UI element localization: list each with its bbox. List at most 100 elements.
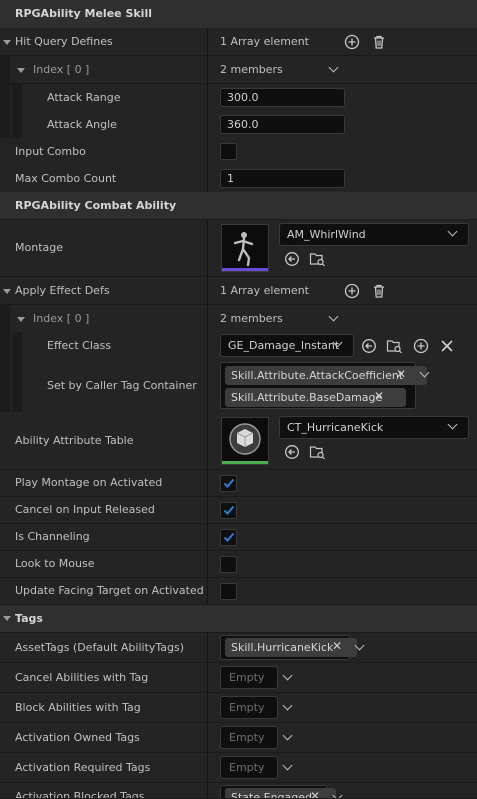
attack-range-input[interactable]: 300.0 <box>220 88 345 107</box>
hit-query-defines-row: Hit Query Defines 1 Array element <box>0 28 477 56</box>
chevron-down-icon[interactable] <box>328 62 339 73</box>
section-header-melee-skill[interactable]: RPGAbility Melee Skill <box>0 0 477 29</box>
trash-icon[interactable] <box>371 283 387 299</box>
chevron-down-icon[interactable] <box>282 670 293 681</box>
use-selected-asset-icon[interactable] <box>284 251 300 267</box>
add-new-icon[interactable] <box>413 338 429 354</box>
chevron-down-icon[interactable] <box>282 760 293 771</box>
attribute-table-value: CT_HurricaneKick <box>287 421 384 434</box>
collapse-arrow-icon <box>3 616 11 621</box>
section-title: Tags <box>15 612 43 625</box>
index-label: Index [ 0 ] <box>33 63 90 76</box>
cancel-abilities-row: Cancel Abilities with Tag Empty <box>0 663 477 693</box>
expand-arrow-icon[interactable] <box>17 317 25 322</box>
section-title: RPGAbility Combat Ability <box>15 199 177 212</box>
montage-asset-value: AM_WhirlWind <box>287 228 366 241</box>
look-to-mouse-checkbox[interactable] <box>220 556 237 573</box>
cancel-input-row: Cancel on Input Released <box>0 497 477 524</box>
activation-owned-row: Activation Owned Tags Empty <box>0 723 477 753</box>
chevron-down-icon[interactable] <box>328 311 339 322</box>
cancel-abilities-field[interactable]: Empty <box>220 666 278 689</box>
browse-asset-icon[interactable] <box>386 338 404 354</box>
effect-class-combo[interactable]: GE_Damage_Instant <box>220 334 354 357</box>
index-0-row: Index [ 0 ] 2 members <box>0 305 477 333</box>
ability-attribute-table-row: Ability Attribute Table CT_HurricaneKick <box>0 412 477 470</box>
input-combo-row: Input Combo <box>0 138 477 166</box>
add-element-icon[interactable] <box>344 283 360 299</box>
chevron-down-icon[interactable] <box>282 730 293 741</box>
tag-chip-label: Skill.Attribute.BaseDamage <box>231 391 383 404</box>
trash-icon[interactable] <box>371 34 387 50</box>
chevron-down-icon <box>447 226 458 237</box>
expand-arrow-icon[interactable] <box>3 289 11 294</box>
montage-asset-combo[interactable]: AM_WhirlWind <box>279 223 469 246</box>
update-facing-row: Update Facing Target on Activated <box>0 578 477 605</box>
asset-tags-label: AssetTags (Default AbilityTags) <box>15 641 185 654</box>
attribute-table-combo[interactable]: CT_HurricaneKick <box>279 416 469 439</box>
cancel-input-checkbox[interactable] <box>220 502 237 519</box>
section-header-tags[interactable]: Tags <box>0 605 477 633</box>
max-combo-count-input[interactable]: 1 <box>220 169 345 188</box>
clear-icon[interactable] <box>440 339 454 353</box>
section-header-combat-ability[interactable]: RPGAbility Combat Ability <box>0 192 477 220</box>
character-pose-icon <box>233 232 254 267</box>
expand-arrow-icon[interactable] <box>17 68 25 73</box>
input-combo-checkbox[interactable] <box>220 143 237 160</box>
use-selected-asset-icon[interactable] <box>284 444 300 460</box>
play-montage-label: Play Montage on Activated <box>15 476 163 489</box>
update-facing-label: Update Facing Target on Activated <box>15 584 204 597</box>
array-count: 1 Array element <box>220 284 309 297</box>
members-count: 2 members <box>220 312 283 325</box>
expand-arrow-icon[interactable] <box>3 40 11 45</box>
use-selected-asset-icon[interactable] <box>361 338 377 354</box>
block-abilities-row: Block Abilities with Tag Empty <box>0 693 477 723</box>
play-montage-checkbox[interactable] <box>220 475 237 492</box>
tag-container[interactable]: Skill.HurricaneKick ✕ <box>220 635 358 660</box>
cancel-abilities-label: Cancel Abilities with Tag <box>15 671 149 684</box>
block-abilities-field[interactable]: Empty <box>220 696 278 719</box>
is-channeling-label: Is Channeling <box>15 530 90 543</box>
remove-tag-icon[interactable]: ✕ <box>374 389 384 403</box>
section-title: RPGAbility Melee Skill <box>15 7 152 20</box>
update-facing-checkbox[interactable] <box>220 583 237 600</box>
index-0-row: Index [ 0 ] 2 members <box>0 56 477 84</box>
asset-tags-row: AssetTags (Default AbilityTags) Skill.Hu… <box>0 633 477 663</box>
tag-chip-label: Skill.Attribute.AttackCoefficient <box>231 369 404 382</box>
cancel-input-label: Cancel on Input Released <box>15 503 155 516</box>
tag-container[interactable]: Skill.Attribute.AttackCoefficient ✕ Skil… <box>220 362 428 409</box>
remove-tag-icon[interactable]: ✕ <box>396 367 406 381</box>
set-by-caller-row: Set by Caller Tag Container Skill.Attrib… <box>0 360 477 413</box>
set-by-caller-label: Set by Caller Tag Container <box>47 379 197 392</box>
activation-required-row: Activation Required Tags Empty <box>0 753 477 783</box>
hit-query-defines-label: Hit Query Defines <box>15 35 113 48</box>
cube-icon <box>229 423 261 455</box>
attack-angle-row: Attack Angle 360.0 <box>0 111 477 139</box>
table-thumbnail[interactable] <box>221 417 269 465</box>
chevron-down-icon[interactable] <box>282 700 293 711</box>
is-channeling-checkbox[interactable] <box>220 529 237 546</box>
play-montage-row: Play Montage on Activated <box>0 470 477 497</box>
add-element-icon[interactable] <box>344 34 360 50</box>
activation-blocked-row: Activation Blocked Tags State.Engaged ✕ <box>0 783 477 799</box>
max-combo-count-label: Max Combo Count <box>15 172 117 185</box>
effect-class-value: GE_Damage_Instant <box>228 339 340 352</box>
checkmark-icon <box>223 478 235 488</box>
attack-range-row: Attack Range 300.0 <box>0 84 477 112</box>
browse-asset-icon[interactable] <box>309 251 327 267</box>
montage-thumbnail[interactable] <box>221 224 269 272</box>
activation-required-field[interactable]: Empty <box>220 756 278 779</box>
apply-effect-defs-row: Apply Effect Defs 1 Array element <box>0 277 477 305</box>
attack-angle-label: Attack Angle <box>47 118 117 131</box>
chevron-down-icon <box>447 419 458 430</box>
attack-angle-input[interactable]: 360.0 <box>220 115 345 134</box>
browse-asset-icon[interactable] <box>309 444 327 460</box>
effect-class-label: Effect Class <box>47 339 112 352</box>
tag-container[interactable]: State.Engaged ✕ <box>220 785 336 798</box>
remove-tag-icon[interactable]: ✕ <box>332 639 342 653</box>
tag-chip-label: Skill.HurricaneKick <box>231 641 334 654</box>
activation-owned-field[interactable]: Empty <box>220 726 278 749</box>
activation-required-label: Activation Required Tags <box>15 761 151 774</box>
index-label: Index [ 0 ] <box>33 312 90 325</box>
apply-effect-defs-label: Apply Effect Defs <box>15 284 110 297</box>
montage-label: Montage <box>15 241 63 254</box>
